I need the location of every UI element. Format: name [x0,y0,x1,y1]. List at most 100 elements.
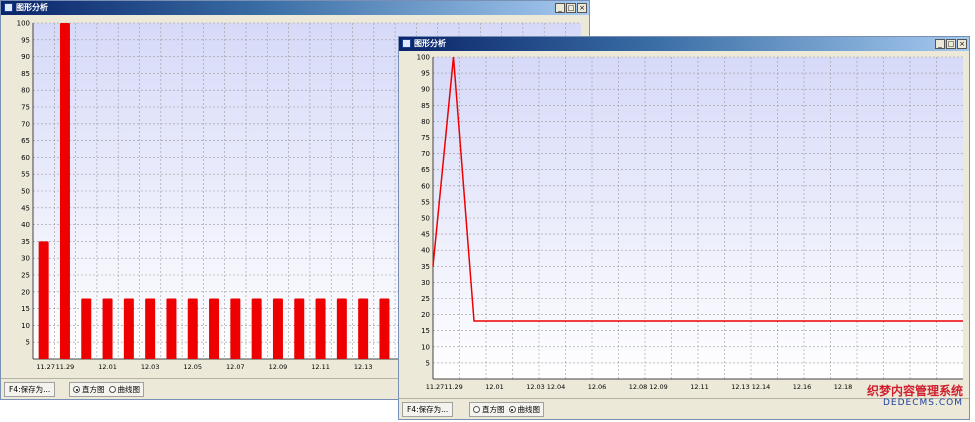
x-tick-label: 11.27 [36,363,55,371]
save-as-button[interactable]: F4:保存为... [4,382,56,397]
y-tick-label: 10 [21,322,30,330]
y-tick-label: 40 [21,221,30,229]
y-tick-label: 85 [21,70,30,78]
x-tick-label: 11.29 [444,383,463,391]
radio-dot-icon [508,406,516,413]
y-tick-label: 85 [421,102,430,110]
y-tick-label: 90 [21,53,30,61]
close-button[interactable]: × [957,39,967,49]
bar [38,241,49,359]
radio-dot-icon [473,406,480,413]
x-tick-label: 12.07 [226,363,245,371]
close-button[interactable]: × [577,3,587,13]
minimize-button[interactable]: _ [935,39,945,49]
x-tick-label: 12.08 [629,383,648,391]
bar [251,298,262,359]
x-tick-label: 12.16 [793,383,812,391]
maximize-button[interactable]: □ [566,3,576,13]
bar [336,298,347,359]
y-tick-label: 60 [21,154,30,162]
y-tick-label: 5 [426,359,430,367]
y-tick-label: 40 [421,247,430,255]
bar [166,298,177,359]
y-tick-label: 15 [421,327,430,335]
y-tick-label: 25 [21,272,30,280]
x-tick-label: 12.09 [649,383,668,391]
radio-dot-icon [108,386,116,393]
radio-bar-chart[interactable]: 直方图 [473,404,505,415]
x-tick-label: 12.01 [485,383,504,391]
radio-bar-chart[interactable]: 直方图 [73,384,105,395]
y-tick-label: 75 [421,134,430,142]
x-tick-label: 12.03 [526,383,545,391]
y-tick-label: 95 [21,36,30,44]
x-tick-label: 12.13 [731,383,750,391]
y-tick-label: 95 [421,70,430,78]
bar [358,298,369,359]
y-tick-label: 65 [421,166,430,174]
line-chart: 5 10 15 20 25 30 35 40 45 50 55 60 65 70 75 80 85 90 95 100… [417,54,963,391]
y-tick-label: 30 [21,255,30,263]
y-tick-label: 70 [421,150,430,158]
watermark: 织梦内容管理系统 DEDECMS.COM [867,384,963,409]
maximize-button[interactable]: □ [946,39,956,49]
bar [102,298,113,359]
x-tick-label: 12.14 [752,383,771,391]
radio-bar-label: 直方图 [482,405,505,414]
radio-line-chart[interactable]: 曲线图 [508,404,541,415]
y-tick-label: 30 [421,279,430,287]
x-tick-label: 12.11 [311,363,330,371]
x-tick-label: 12.18 [834,383,853,391]
bar [81,298,92,359]
bar [379,298,390,359]
window-title: 图形分析 [414,39,446,48]
y-tick-label: 20 [421,311,430,319]
y-tick-label: 70 [21,120,30,128]
bar [209,298,220,359]
x-tick-label: 12.05 [183,363,202,371]
bar [59,23,70,359]
bar [230,298,241,359]
radio-line-chart[interactable]: 曲线图 [108,384,141,395]
y-tick-label: 45 [21,204,30,212]
bar [187,298,198,359]
save-as-button[interactable]: F4:保存为... [402,402,454,417]
x-tick-label: 12.03 [141,363,160,371]
y-tick-label: 5 [26,339,30,347]
y-tick-label: 10 [421,343,430,351]
bar [145,298,156,359]
window-title: 图形分析 [16,3,48,12]
x-tick-label: 12.13 [354,363,373,371]
radio-bar-label: 直方图 [82,385,105,394]
x-tick-label: 12.09 [269,363,288,371]
y-tick-label: 35 [421,263,430,271]
x-tick-label: 11.27 [426,383,445,391]
y-tick-label: 80 [421,118,430,126]
bar [294,298,305,359]
window-titlebar: 图形分析 _ □ × [1,1,589,15]
watermark-url: DEDECMS.COM [883,398,963,408]
radio-line-label: 曲线图 [517,405,541,414]
y-tick-label: 55 [421,198,430,206]
window-titlebar: 图形分析 _ □ × [399,37,969,51]
x-tick-label: 12.11 [690,383,709,391]
x-tick-label: 11.29 [56,363,75,371]
y-tick-label: 90 [421,86,430,94]
y-tick-label: 50 [421,215,430,223]
y-tick-label: 15 [21,305,30,313]
x-tick-label: 12.04 [547,383,566,391]
y-tick-label: 60 [421,182,430,190]
chart-type-radio-group: 直方图 曲线图 [69,382,144,397]
x-tick-label: 12.01 [98,363,117,371]
y-tick-label: 65 [21,137,30,145]
radio-dot-icon [73,386,80,393]
bar [315,298,326,359]
y-tick-label: 20 [21,288,30,296]
app-icon [4,3,13,12]
watermark-text: 织梦内容管理系统 [866,384,963,398]
y-tick-label: 25 [421,295,430,303]
bar [123,298,134,359]
y-tick-label: 75 [21,104,30,112]
minimize-button[interactable]: _ [555,3,565,13]
radio-line-label: 曲线图 [117,385,141,394]
